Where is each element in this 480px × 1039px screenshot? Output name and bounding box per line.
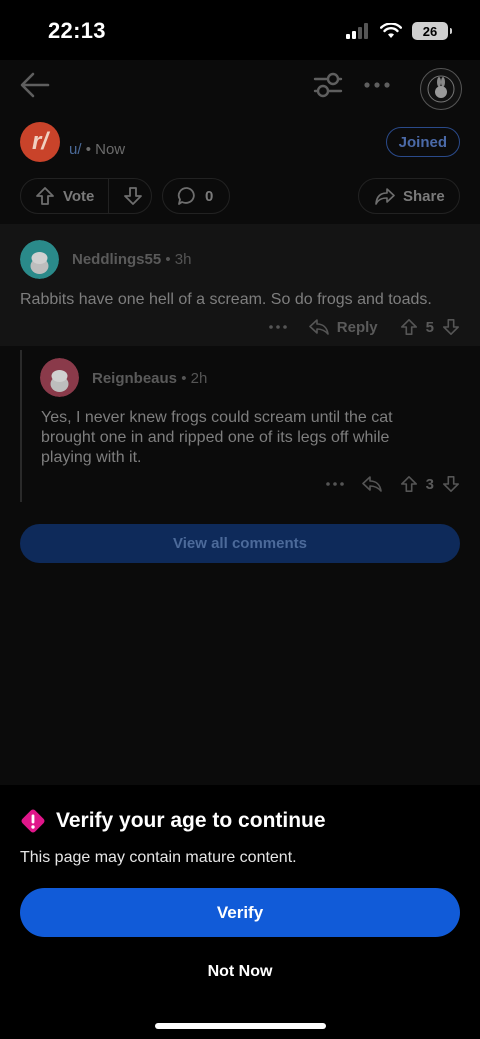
share-label: Share [403, 187, 445, 205]
meta-separator: • [85, 141, 91, 158]
comment-time: 3h [174, 251, 192, 268]
reply-to-reply-icon[interactable] [361, 475, 382, 493]
reply-time: 2h [190, 370, 208, 387]
back-arrow-icon[interactable] [20, 72, 50, 98]
share-button[interactable]: Share [358, 178, 460, 214]
user-avatar[interactable] [420, 68, 462, 110]
vote-divider [108, 178, 110, 214]
verify-button[interactable]: Verify [20, 888, 460, 937]
reply-avatar[interactable] [40, 358, 79, 397]
more-options-icon[interactable] [364, 82, 390, 88]
view-all-comments-button[interactable]: View all comments [20, 524, 460, 563]
reply-label: Reply [336, 318, 378, 336]
avatar-rabbit-icon [427, 75, 455, 103]
comment-username[interactable]: Neddlings55 [72, 251, 161, 268]
reply-vote-count: 3 [425, 475, 434, 493]
reply-more-icon[interactable] [325, 482, 344, 486]
joined-button[interactable]: Joined [385, 127, 460, 157]
reply-username[interactable]: Reignbeaus [92, 370, 177, 387]
comment-meta: Neddlings55 • 3h [72, 251, 192, 268]
comment-downvote-icon[interactable] [442, 318, 460, 336]
comments-button[interactable]: 0 [162, 178, 230, 214]
sheet-body: This page may contain mature content. [20, 849, 297, 866]
thread-line [20, 350, 22, 502]
comment-bubble-icon [177, 187, 195, 205]
post-time: Now [95, 141, 126, 158]
comment-body: Rabbits have one hell of a scream. So do… [20, 291, 432, 308]
sheet-title: Verify your age to continue [56, 809, 326, 832]
commenter-avatar[interactable] [20, 240, 59, 279]
reply-button[interactable]: Reply [308, 318, 378, 336]
reply-icon [308, 319, 329, 335]
vote-label: Vote [63, 187, 95, 205]
reply-downvote-icon[interactable] [442, 475, 460, 493]
comment-more-icon[interactable] [268, 325, 287, 329]
comment-vote-count: 5 [425, 318, 434, 336]
signal-icon [346, 23, 368, 39]
comment-count: 0 [205, 187, 214, 205]
reply-upvote-icon[interactable] [400, 475, 418, 493]
status-bar: 22:13 26 [0, 0, 480, 60]
battery-indicator: 26 [412, 22, 452, 40]
not-now-button[interactable]: Not Now [140, 958, 340, 986]
home-indicator[interactable] [155, 1023, 326, 1029]
share-arrow-icon [375, 188, 395, 205]
post-meta: u/ • Now [69, 141, 125, 158]
downvote-icon[interactable] [123, 186, 143, 206]
top-navigation [0, 60, 480, 112]
subreddit-logo-text: r/ [31, 128, 48, 155]
status-icons: 26 [346, 20, 452, 42]
vote-pill: Vote [20, 178, 152, 214]
comment-upvote-icon[interactable] [400, 318, 418, 336]
reply-body: Yes, I never knew frogs could scream unt… [41, 409, 393, 466]
wifi-icon [380, 23, 402, 38]
warning-icon [21, 809, 45, 833]
subreddit-logo[interactable]: r/ [20, 122, 60, 162]
status-time: 22:13 [48, 18, 106, 43]
filter-icon[interactable] [313, 71, 343, 99]
upvote-icon[interactable] [35, 186, 55, 206]
comment-actions: Reply 5 [268, 318, 460, 336]
reply-actions: 3 [325, 475, 460, 493]
reply-meta: Reignbeaus • 2h [92, 370, 208, 387]
post-author[interactable]: u/ [69, 141, 82, 158]
